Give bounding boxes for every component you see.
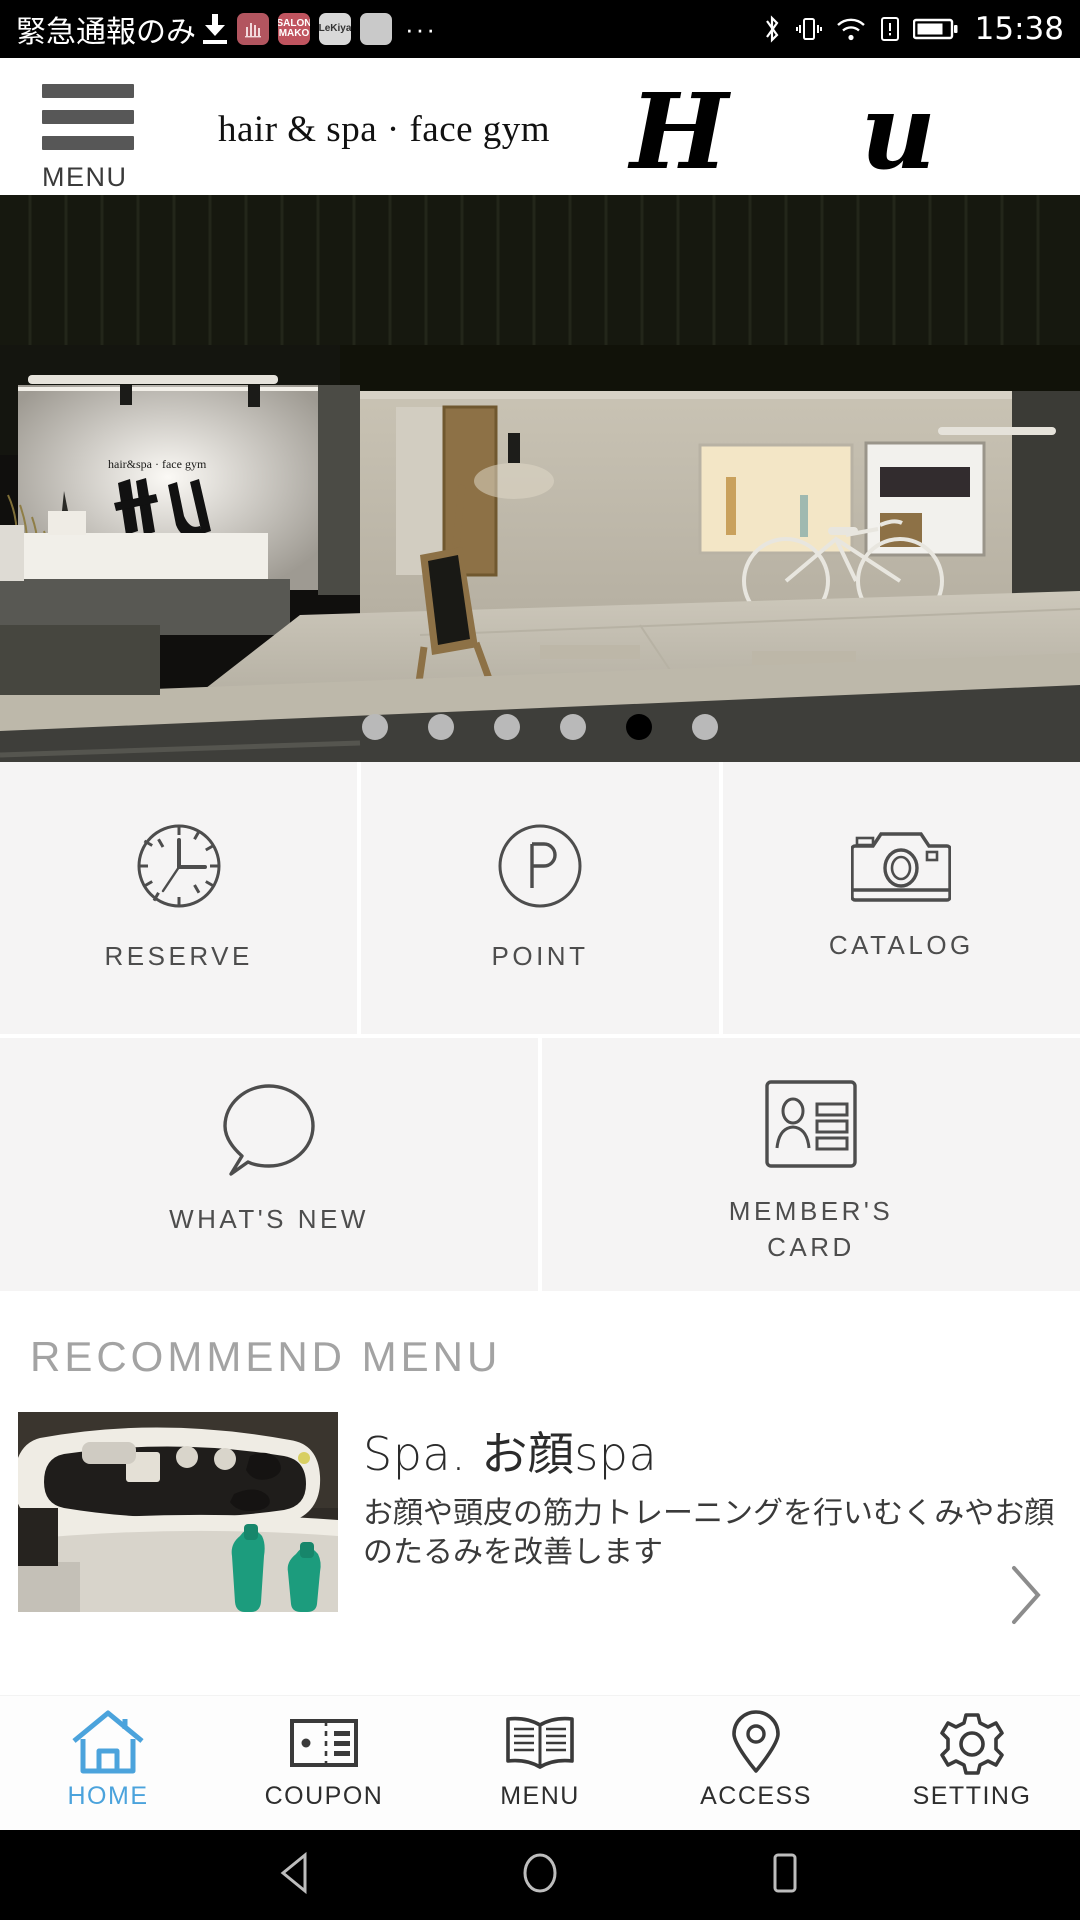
nav-item-home[interactable]: HOME [0,1696,216,1811]
nav-item-setting[interactable]: SETTING [864,1696,1080,1811]
recommend-menu-item[interactable]: Spa. お顔spa お顔や頭皮の筋力トレーニングを行いむくみやお顔のたるみを改… [0,1412,1080,1624]
nav-item-menu-label: MENU [500,1782,580,1810]
carousel-dot[interactable] [428,714,454,740]
hero-carousel[interactable]: hair&spa · face gym [0,195,1080,762]
app-root: 緊急通報のみ SALON MAKO LeKiya ··· 15:38 MENU … [0,0,1080,1920]
app-header: MENU hair & spa · face gym H u [0,58,1080,195]
status-overflow-icon: ··· [405,13,437,44]
recommend-item-name: Spa. お顔spa [363,1427,658,1481]
tile-reserve[interactable]: RESERVE [0,762,358,1034]
chevron-right-icon[interactable] [1006,1562,1046,1628]
recommend-item-body: Spa. お顔spa お顔や頭皮の筋力トレーニングを行いむくみやお顔のたるみを改… [363,1412,1080,1622]
app-icon-lekiya: LeKiya [319,13,351,45]
home-circle-icon[interactable] [517,1850,563,1901]
vibrate-icon [795,13,823,45]
tile-point-label: POINT [491,941,589,971]
brand-logo: H u [630,70,985,193]
recommend-item-description: お顔や頭皮の筋力トレーニングを行いむくみやお顔のたるみを改善します [363,1496,1055,1570]
clock-icon [133,820,225,912]
tile-reserve-label: RESERVE [104,941,253,971]
svg-text:hair&spa · face gym: hair&spa · face gym [108,457,207,471]
carrier-label: 緊急通報のみ [16,15,196,50]
book-icon [502,1708,578,1776]
carousel-dot[interactable] [560,714,586,740]
tile-whats-new[interactable]: WHAT'S NEW [0,1038,538,1291]
speech-bubble-icon [217,1080,321,1180]
menu-button-label: MENU [42,162,128,192]
tile-point[interactable]: POINT [361,762,719,1034]
app-icon-blank [360,13,392,45]
carousel-dot[interactable] [692,714,718,740]
app-icon-salon-1 [237,13,269,45]
nav-item-coupon-label: COUPON [264,1782,384,1810]
nav-item-access[interactable]: ACCESS [648,1696,864,1811]
back-triangle-icon[interactable] [275,1850,317,1901]
member-card-icon [763,1078,859,1170]
hamburger-icon-bar [42,84,134,98]
hamburger-icon-bar [42,136,134,150]
wifi-icon [835,13,867,45]
ticket-icon [286,1708,362,1776]
nav-item-menu[interactable]: MENU [432,1696,648,1811]
map-pin-icon [718,1708,794,1776]
nav-item-setting-label: SETTING [912,1782,1032,1810]
android-navigation-bar [0,1830,1080,1920]
gear-icon [934,1708,1010,1776]
tile-catalog-label: CATALOG [828,930,974,960]
app-icon-salon-mako: SALON MAKO [278,13,310,45]
brand-tagline: hair & spa · face gym [218,109,551,150]
status-right-icons: 15:38 [761,11,1064,47]
carousel-dots[interactable] [0,714,1080,740]
camera-icon [851,824,952,906]
carousel-dot-active[interactable] [626,714,652,740]
tile-whats-new-label: WHAT'S NEW [169,1204,369,1234]
carousel-dot[interactable] [362,714,388,740]
tile-members-card-label: MEMBER'S CARD [728,1196,894,1262]
clock-label: 15:38 [974,11,1064,47]
recents-square-icon[interactable] [763,1850,805,1901]
recommend-menu-section: RECOMMEND MENU Spa. お顔spa お顔や頭皮の筋力トレーニング… [0,1297,1080,1627]
tile-members-card[interactable]: MEMBER'S CARD [542,1038,1080,1291]
sim-alert-icon [879,13,901,45]
menu-button[interactable]: MENU [42,84,134,193]
home-icon [70,1708,146,1776]
hero-image: hair&spa · face gym [0,195,1080,762]
carousel-dot[interactable] [494,714,520,740]
tile-catalog[interactable]: CATALOG [722,762,1080,1034]
nav-item-access-label: ACCESS [700,1782,812,1810]
status-left-icons: SALON MAKO LeKiya ··· [202,13,437,45]
bottom-navigation-bar: HOME COUPON MENU ACCESS SETTING [0,1695,1080,1830]
quick-action-grid: RESERVE POINT CATALOG WHAT'S NEW MEMBER'… [0,762,1080,1291]
recommend-section-title: RECOMMEND MENU [30,1333,502,1380]
hamburger-icon-bar [42,110,134,124]
point-p-icon [494,820,586,912]
nav-item-home-label: HOME [67,1782,149,1810]
battery-icon [912,13,959,45]
bluetooth-icon [761,13,783,45]
tile-row-1: RESERVE POINT CATALOG [0,762,1080,1034]
status-bar: 緊急通報のみ SALON MAKO LeKiya ··· 15:38 [0,0,1080,58]
tile-row-2: WHAT'S NEW MEMBER'S CARD [0,1038,1080,1291]
recommend-item-thumbnail [18,1412,338,1612]
nav-item-coupon[interactable]: COUPON [216,1696,432,1811]
download-icon [202,14,228,44]
